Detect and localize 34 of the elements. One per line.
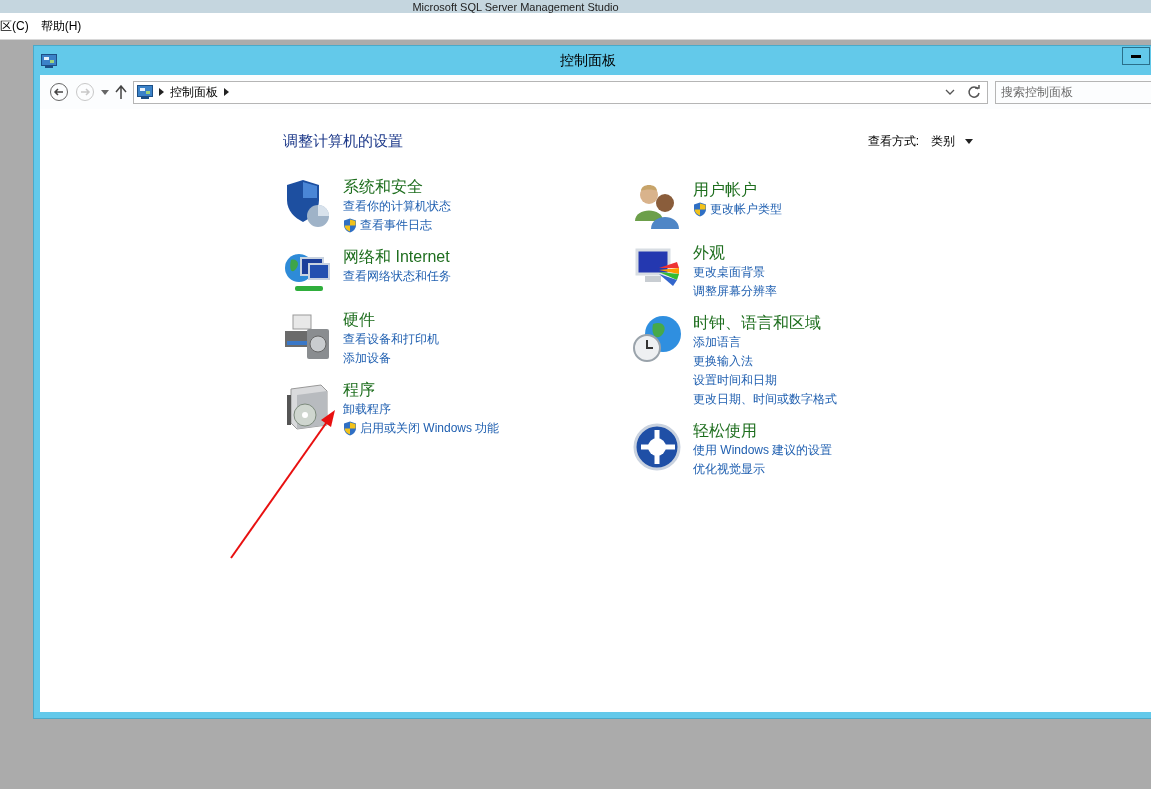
task-link[interactable]: 添加语言	[693, 333, 741, 352]
task-link[interactable]: 更改日期、时间或数字格式	[693, 390, 837, 409]
task-link[interactable]: 调整屏幕分辨率	[693, 282, 777, 301]
category-title[interactable]: 网络和 Internet	[343, 247, 450, 267]
task-link[interactable]: 更换输入法	[693, 352, 753, 371]
menu-item[interactable]: 帮助(H)	[36, 17, 86, 35]
task-link[interactable]: 使用 Windows 建议的设置	[693, 441, 833, 460]
page-heading: 调整计算机的设置	[283, 130, 403, 151]
task-link[interactable]: 启用或关闭 Windows 功能	[360, 419, 500, 438]
task-link[interactable]: 添加设备	[343, 349, 391, 368]
task-link[interactable]: 查看设备和打印机	[343, 330, 439, 349]
category-title[interactable]: 硬件	[343, 310, 375, 330]
menu-item[interactable]: 区(C)	[0, 17, 37, 35]
task-link[interactable]: 设置时间和日期	[693, 371, 777, 390]
category-title[interactable]: 时钟、语言和区域	[693, 313, 821, 333]
category-title[interactable]: 系统和安全	[343, 177, 423, 197]
breadcrumb-item[interactable]: 控制面板	[170, 83, 218, 101]
search-field[interactable]: 搜索控制面板	[995, 80, 1151, 104]
address-field[interactable]: 控制面板	[133, 80, 988, 104]
task-link[interactable]: 查看事件日志	[360, 216, 432, 235]
view-by-dropdown[interactable]: 类别	[931, 132, 973, 150]
task-link[interactable]: 更改桌面背景	[693, 263, 765, 282]
task-link[interactable]: 优化视觉显示	[693, 460, 765, 479]
task-link[interactable]: 卸载程序	[343, 400, 391, 419]
category-title[interactable]: 程序	[343, 380, 375, 400]
category-title[interactable]: 用户帐户	[693, 180, 757, 200]
category-title[interactable]: 外观	[693, 243, 725, 263]
task-link[interactable]: 更改帐户类型	[710, 200, 782, 219]
task-link[interactable]: 查看网络状态和任务	[343, 267, 451, 286]
task-link[interactable]: 查看你的计算机状态	[343, 197, 451, 216]
parent-window-title: Microsoft SQL Server Management Studio	[412, 0, 619, 13]
category-title[interactable]: 轻松使用	[693, 421, 757, 441]
window-title: 控制面板	[560, 51, 616, 70]
view-by-label: 查看方式:	[867, 133, 919, 150]
